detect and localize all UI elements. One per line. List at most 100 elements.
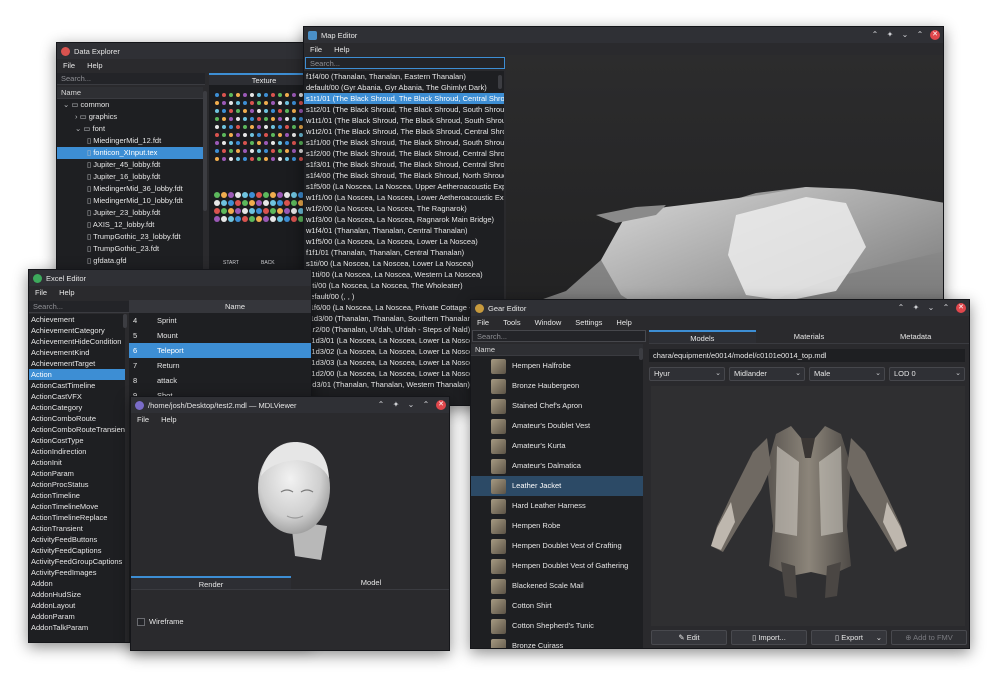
sheet-item[interactable]: ActivityFeedButtons (29, 534, 125, 545)
tree-item[interactable]: ▯ Jupiter_45_lobby.fdt (57, 159, 203, 171)
cell-name[interactable]: Mount (157, 328, 178, 343)
sheet-item[interactable]: AddonHudSize (29, 589, 125, 600)
sheet-item[interactable]: ActionProcStatus (29, 479, 125, 490)
gear-item[interactable]: Bronze Cuirass (471, 636, 643, 648)
excel-editor-titlebar[interactable]: Excel Editor (29, 270, 311, 286)
tab-metadata[interactable]: Metadata (862, 330, 969, 344)
sheet-item[interactable]: ActionParam (29, 468, 125, 479)
table-row[interactable]: 7 Return (129, 358, 311, 373)
tree-item[interactable]: ▯ Jupiter_23_lobby.fdt (57, 207, 203, 219)
checkbox-box[interactable] (137, 617, 145, 626)
pin-icon[interactable]: ✦ (391, 400, 401, 410)
close-icon[interactable]: ✕ (956, 303, 966, 313)
minimize-icon[interactable]: ⌄ (406, 400, 416, 410)
menu-file[interactable]: File (310, 45, 322, 54)
sheet-item[interactable]: ActionCastVFX (29, 391, 125, 402)
list-item[interactable]: w1f2/00 (La Noscea, La Noscea, The Ragna… (304, 203, 504, 214)
keep-above-icon[interactable]: ⌃ (870, 30, 880, 40)
search-input[interactable]: Search... (57, 73, 205, 85)
list-item[interactable]: s1f5/00 (La Noscea, La Noscea, Upper Aet… (304, 181, 504, 192)
sheet-item[interactable]: AchievementKind (29, 347, 125, 358)
cell-name[interactable]: Teleport (157, 343, 184, 358)
maximize-icon[interactable]: ⌃ (915, 30, 925, 40)
menu-window[interactable]: Window (535, 318, 562, 327)
list-item[interactable]: s1f1/00 (The Black Shroud, The Black Shr… (304, 137, 504, 148)
search-input[interactable]: Search... (472, 330, 646, 342)
sheet-item[interactable]: ActionTimelineMove (29, 501, 125, 512)
mdl-viewer-titlebar[interactable]: /home/josh/Desktop/test2.mdl — MDLViewer… (131, 397, 449, 413)
sheet-item[interactable]: AddonLayout (29, 600, 125, 611)
list-item[interactable]: w1f5/00 (La Noscea, La Noscea, Lower La … (304, 236, 504, 247)
pin-icon[interactable]: ✦ (885, 30, 895, 40)
list-item[interactable]: w1t2/01 (The Black Shroud, The Black Shr… (304, 126, 504, 137)
gear-item[interactable]: Hempen Halfrobe (471, 356, 643, 376)
model-viewport[interactable] (651, 386, 965, 626)
sheet-item[interactable]: ActionCategory (29, 402, 125, 413)
model-path-field[interactable]: chara/equipment/e0014/model/c0101e0014_t… (649, 349, 965, 362)
sheet-item[interactable]: AchievementCategory (29, 325, 125, 336)
list-item[interactable]: w1t1/01 (The Black Shroud, The Black Shr… (304, 115, 504, 126)
menu-tools[interactable]: Tools (503, 318, 521, 327)
keep-above-icon[interactable]: ⌃ (376, 400, 386, 410)
gear-item[interactable]: Hempen Robe (471, 516, 643, 536)
tree-item[interactable]: ⌄ ▭ font (57, 123, 203, 135)
maximize-icon[interactable]: ⌃ (941, 303, 951, 313)
scrollbar[interactable] (123, 314, 127, 328)
sheet-item[interactable]: ActionTimeline (29, 490, 125, 501)
sheet-item[interactable]: AddonParam (29, 611, 125, 622)
maximize-icon[interactable]: ⌃ (421, 400, 431, 410)
tab-model[interactable]: Model (291, 576, 449, 590)
gear-item[interactable]: Cotton Shirt (471, 596, 643, 616)
gear-item[interactable]: Stained Chef's Apron (471, 396, 643, 416)
keep-above-icon[interactable]: ⌃ (896, 303, 906, 313)
sheet-item[interactable]: ActionComboRouteTransient (29, 424, 125, 435)
menu-help[interactable]: Help (616, 318, 631, 327)
scrollbar[interactable] (498, 75, 502, 89)
sheet-item[interactable]: AchievementHideCondition (29, 336, 125, 347)
list-item[interactable]: w1f1/00 (La Noscea, La Noscea, Lower Aet… (304, 192, 504, 203)
gear-item[interactable]: Amateur's Dalmatica (471, 456, 643, 476)
tree-item[interactable]: ▯ MiedingerMid_10_lobby.fdt (57, 195, 203, 207)
sheet-item[interactable]: ActionTransient (29, 523, 125, 534)
list-item[interactable]: s1t2/01 (The Black Shroud, The Black Shr… (304, 104, 504, 115)
menu-file[interactable]: File (63, 61, 75, 70)
gear-item[interactable]: Leather Jacket (471, 476, 643, 496)
gear-item[interactable]: Bronze Haubergeon (471, 376, 643, 396)
cell-name[interactable]: Sprint (157, 313, 177, 328)
cell-name[interactable]: Return (157, 358, 180, 373)
search-input[interactable]: Search... (305, 57, 505, 69)
menu-file[interactable]: File (137, 415, 149, 424)
sheet-item[interactable]: Addon (29, 578, 125, 589)
gear-item[interactable]: Hempen Doublet Vest of Crafting (471, 536, 643, 556)
map-editor-titlebar[interactable]: Map Editor ⌃ ✦ ⌄ ⌃ ✕ (304, 27, 943, 43)
pin-icon[interactable]: ✦ (911, 303, 921, 313)
minimize-icon[interactable]: ⌄ (900, 30, 910, 40)
table-row[interactable]: 4 Sprint (129, 313, 311, 328)
menu-help[interactable]: Help (87, 61, 102, 70)
scrollbar[interactable] (203, 91, 207, 211)
list-item[interactable]: s1f2/00 (The Black Shroud, The Black Shr… (304, 148, 504, 159)
tree-item[interactable]: ▯ Jupiter_16_lobby.fdt (57, 171, 203, 183)
gear-item[interactable]: Amateur's Kurta (471, 436, 643, 456)
tab-models[interactable]: Models (649, 330, 756, 344)
tree-item[interactable]: ▯ TrumpGothic_23.fdt (57, 243, 203, 255)
menu-settings[interactable]: Settings (575, 318, 602, 327)
list-item[interactable]: f1f1/01 (Thanalan, Thanalan, Central Tha… (304, 247, 504, 258)
gender-select[interactable]: Male ⌄ (809, 367, 885, 381)
table-row[interactable]: 8 attack (129, 373, 311, 388)
gear-item[interactable]: Hard Leather Harness (471, 496, 643, 516)
tree-item[interactable]: ⌄ ▭ common (57, 99, 203, 111)
list-item[interactable]: s1f4/00 (The Black Shroud, The Black Shr… (304, 170, 504, 181)
tab-materials[interactable]: Materials (755, 330, 863, 344)
gear-item[interactable]: Blackened Scale Mail (471, 576, 643, 596)
scrollbar[interactable] (639, 348, 643, 360)
sheet-item[interactable]: ActionTimelineReplace (29, 512, 125, 523)
tree-item[interactable]: ▯ AXIS_12_lobby.fdt (57, 219, 203, 231)
tree-item[interactable]: ▯ TrumpGothic_23_lobby.fdt (57, 231, 203, 243)
list-item[interactable]: s1ti/00 (La Noscea, La Noscea, Lower La … (304, 258, 504, 269)
race-select[interactable]: Hyur ⌄ (649, 367, 725, 381)
model-viewport[interactable] (131, 426, 449, 574)
sheet-item[interactable]: ActionCastTimeline (29, 380, 125, 391)
tree-item[interactable]: ▯ MiedingerMid_36_lobby.fdt (57, 183, 203, 195)
cell-name[interactable]: attack (157, 373, 177, 388)
